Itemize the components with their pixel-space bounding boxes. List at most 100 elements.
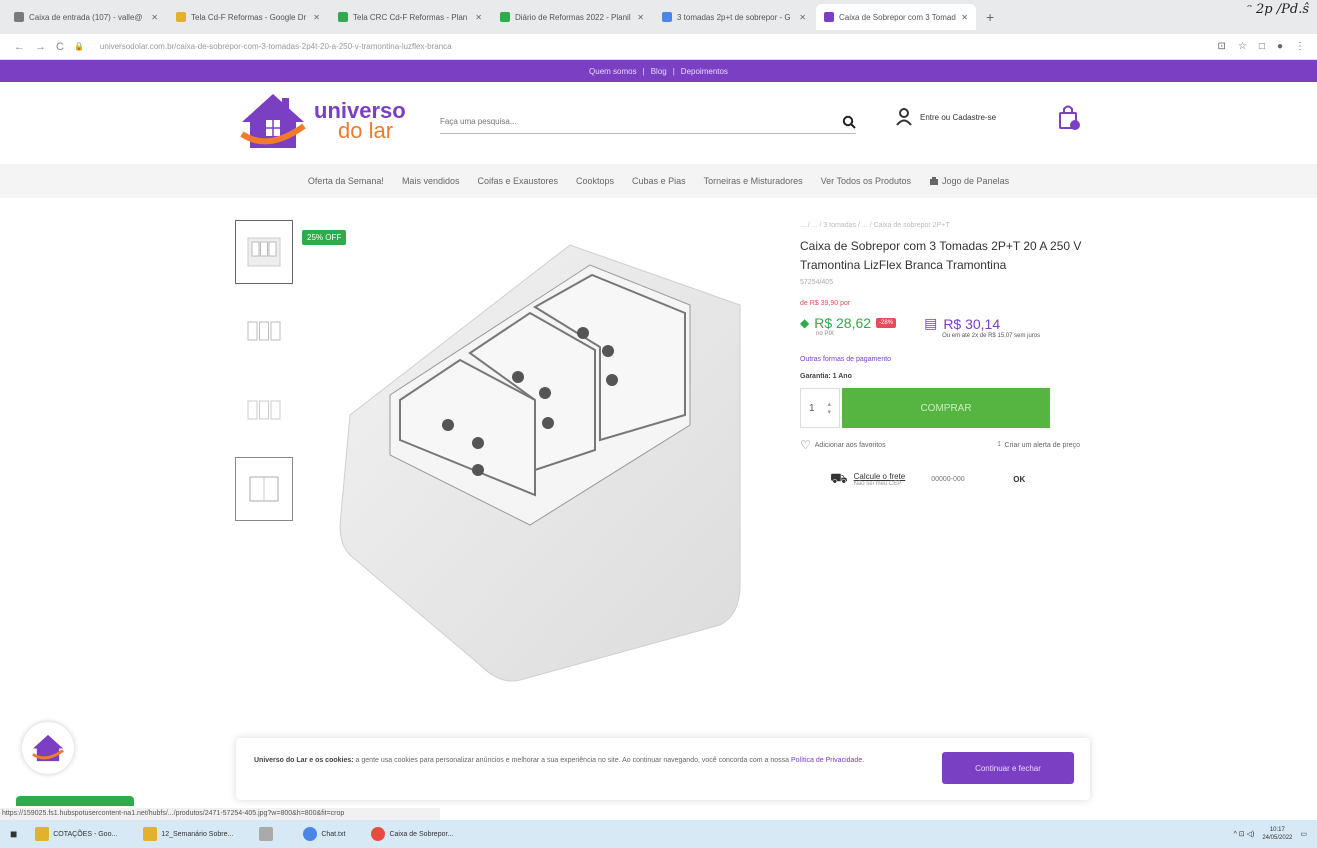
reload-icon[interactable]: C [56,41,64,53]
back-icon[interactable]: ← [14,41,25,53]
browser-tab[interactable]: Diário de Reformas 2022 - Planil ✕ [492,4,652,30]
quantity-stepper[interactable]: 1 ▴ ▾ [800,388,840,428]
pix-price: R$ 28,62 [814,315,872,331]
favorites-label: Adicionar aos favoritos [814,441,886,449]
category-nav: Oferta da Semana! Mais vendidos Coifas e… [0,164,1317,198]
favicon-icon [824,12,834,22]
pix-price-block: ◆ R$ 28,62 -28% no PIX [800,315,897,337]
installments-text: Ou em até 2x de R$ 15,07 sem juros [942,333,1041,339]
cookie-accept-button[interactable]: Continuar e fechar [942,752,1074,784]
nav-cooktops[interactable]: Cooktops [576,176,614,186]
favicon-icon [338,12,348,22]
taskbar-item[interactable] [251,825,285,843]
cookware-icon [930,177,939,185]
close-tab-icon[interactable]: ✕ [475,13,482,22]
nav-mais-vendidos[interactable]: Mais vendidos [402,176,460,186]
thumbnail-image [247,321,281,341]
install-icon[interactable]: ⊡ [1218,41,1226,52]
qty-up-icon[interactable]: ▴ [827,400,831,408]
app-icon [259,827,274,841]
favicon-icon [14,12,24,22]
link-quem-somos[interactable]: Quem somos [589,67,637,76]
url-field[interactable]: universodolar.com.br/caixa-de-sobrepor-c… [100,42,452,51]
cep-ok-button[interactable]: OK [1013,475,1025,484]
window-icon[interactable]: □ [1259,41,1265,52]
forward-icon[interactable]: → [35,41,46,53]
close-tab-icon[interactable]: ✕ [313,13,320,22]
tray-icons[interactable]: ^ ⊡ ◁) [1234,830,1255,838]
login-link[interactable]: Entre ou Cadastre-se [896,108,996,126]
clock[interactable]: 10:17 24/05/2022 [1262,826,1292,842]
floating-chat-button[interactable] [22,722,74,774]
shipping-calculator: ⛟ Calcule o frete Não sei meu CEP OK [800,470,1090,489]
nav-jogo-de-panelas[interactable]: Jogo de Panelas [929,176,1009,186]
pix-icon: ◆ [800,316,810,330]
browser-tab[interactable]: Tela Cd-F Reformas - Google Dr ✕ [168,4,328,30]
browser-tab[interactable]: 3 tomadas 2p+t de sobrepor - G ✕ [654,4,814,30]
pix-discount-tag: -28% [876,318,897,328]
taskbar-item[interactable]: COTAÇÕES - Goo... [27,825,125,843]
nav-oferta-da-semana[interactable]: Oferta da Semana! [308,176,384,186]
chat-icon [303,827,318,841]
thumbnail-1[interactable] [235,220,293,284]
taskbar-item[interactable]: Caixa de Sobrepor... [363,825,461,843]
product-info: ... / ... / 3 tomadas / ... / Caixa de s… [800,222,1090,489]
price-alert[interactable]: ⟟ Criar um alerta de preço [998,438,1080,452]
whatsapp-tab[interactable] [16,796,134,806]
nav-cubas-pias[interactable]: Cubas e Pias [632,176,686,186]
search-input[interactable] [440,117,842,126]
buy-button[interactable]: COMPRAR [842,388,1050,428]
site-logo[interactable]: universo do lar [238,90,406,152]
qty-down-icon[interactable]: ▾ [827,408,831,416]
notification-icon[interactable]: ▭ [1300,830,1307,838]
site-header: universo do lar Entre ou Cadastre-se [0,82,1317,164]
start-icon[interactable]: ■ [10,827,17,841]
taskbar-item[interactable]: Chat.txt [295,825,353,843]
top-links-bar: Quem somos | Blog | Depoimentos [0,60,1317,82]
link-blog[interactable]: Blog [651,67,667,76]
windows-taskbar: ■ COTAÇÕES - Goo... 12_Semanário Sobre..… [0,820,1317,848]
login-label: Entre ou Cadastre-se [920,112,997,122]
close-tab-icon[interactable]: ✕ [799,13,806,22]
add-to-favorites[interactable]: ♡ Adicionar aos favoritos [800,438,886,452]
house-logo-icon [32,734,64,762]
buy-row: 1 ▴ ▾ COMPRAR [800,388,1090,428]
bag-icon[interactable] [1058,104,1080,130]
unknown-cep-link[interactable]: Não sei meu CEP [854,481,906,487]
search-icon[interactable] [842,115,856,129]
link-depoimentos[interactable]: Depoimentos [681,67,728,76]
product-sku: 57254/405 [800,279,834,286]
taskbar-label: Caixa de Sobrepor... [389,830,454,838]
close-tab-icon[interactable]: ✕ [961,13,968,22]
close-tab-icon[interactable]: ✕ [637,13,644,22]
cep-input[interactable] [931,470,1008,489]
thumbnail-2[interactable] [235,299,293,363]
browser-tab[interactable]: Tela CRC Cd-F Reformas - Plan ✕ [330,4,490,30]
logo-text-line2: do lar [338,118,394,143]
browser-tab[interactable]: Caixa de Sobrepor com 3 Tomad ✕ [816,4,976,30]
tab-title: Caixa de Sobrepor com 3 Tomad [839,12,956,22]
other-payments-link[interactable]: Outras formas de pagamento [800,356,1090,363]
breadcrumb[interactable]: ... / ... / 3 tomadas / ... / Caixa de s… [800,222,1090,229]
close-tab-icon[interactable]: ✕ [151,13,158,22]
privacy-policy-link[interactable]: Política de Privacidade. [791,757,864,764]
browser-tab[interactable]: Caixa de entrada (107) - valle@ ✕ [6,4,166,30]
thumbnail-image [249,476,279,502]
handwritten-note: ᵔ 2p /Pd.ŝ [1246,2,1309,17]
price-alert-label: Criar um alerta de preço [1004,441,1080,449]
nav-ver-todos[interactable]: Ver Todos os Produtos [821,176,911,186]
product-thumbnails [235,220,295,536]
nav-torneiras[interactable]: Torneiras e Misturadores [704,176,803,186]
product-image[interactable] [330,225,770,695]
bookmark-star-icon[interactable]: ☆ [1238,41,1247,52]
new-tab-button[interactable]: + [978,9,1002,25]
taskbar-item[interactable]: 12_Semanário Sobre... [135,825,241,843]
menu-kebab-icon[interactable]: ⋮ [1295,41,1305,52]
browser-actions: ⊡ ☆ □ ● ⋮ [1218,41,1305,52]
nav-coifas[interactable]: Coifas e Exaustores [477,176,558,186]
profile-icon[interactable]: ● [1277,41,1283,52]
shipping-title[interactable]: Calcule o frete [854,472,906,481]
thumbnail-3[interactable] [235,378,293,442]
thumbnail-4[interactable] [235,457,293,521]
thumbnail-image [247,400,281,420]
